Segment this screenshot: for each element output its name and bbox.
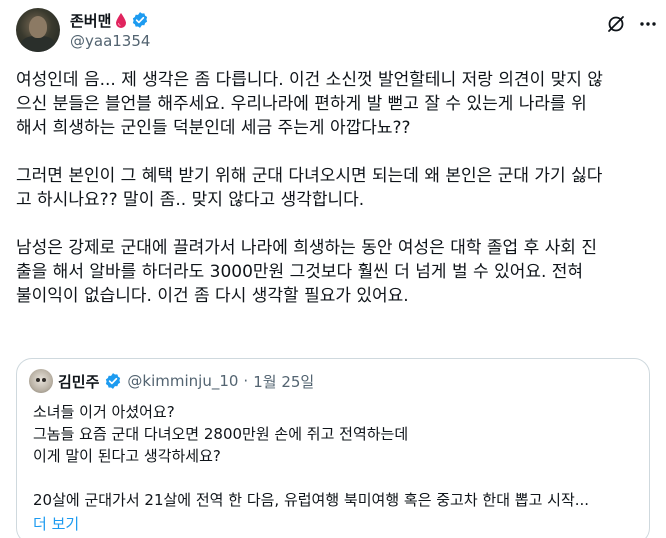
quoted-line: 이게 말이 된다고 생각하세요?	[33, 447, 221, 465]
quoted-line: 20살에 군대가서 21살에 전역 한 다음, 유럽여행 북미여행 혹은 중고차…	[33, 491, 590, 509]
quoted-author-handle[interactable]: @kimminju_10	[127, 372, 238, 390]
quoted-author-avatar[interactable]	[29, 369, 53, 393]
tweet-line: 고 하시나요?? 말이 좀.. 맞지 않다고 생각합니다.	[16, 190, 365, 210]
tweet-line: 으신 분들은 블언블 해주세요. 우리나라에 편하게 발 뻗고 잘 수 있는게 …	[16, 94, 587, 114]
avatar-figure-face	[29, 16, 47, 38]
show-more-link[interactable]: 더 보기	[33, 513, 79, 534]
blood-drop-icon	[116, 13, 127, 28]
more-options-icon[interactable]	[638, 14, 658, 34]
avatar-eye	[36, 378, 40, 382]
tweet-line: 남성은 강제로 군대에 끌려가서 나라에 희생하는 동안 여성은 대학 졸업 후…	[16, 238, 597, 258]
tweet-paragraph: 여성인데 음... 제 생각은 좀 다릅니다. 이건 소신껏 발언할테니 저랑 …	[16, 68, 650, 140]
quoted-author-name[interactable]: 김민주	[58, 371, 99, 392]
verified-badge-icon[interactable]	[104, 372, 122, 390]
avatar-eye	[42, 378, 46, 382]
author-name-row: 존버맨	[70, 10, 149, 30]
quoted-line: 그놈들 요즘 군대 다녀오면 2800만원 손에 쥐고 전역하는데	[33, 425, 409, 443]
separator-dot: ·	[243, 372, 249, 390]
tweet-line: 불이익이 없습니다. 이건 좀 다시 생각할 필요가 있어요.	[16, 286, 409, 306]
tweet-paragraph: 남성은 강제로 군대에 끌려가서 나라에 희생하는 동안 여성은 대학 졸업 후…	[16, 236, 650, 308]
quoted-tweet-date[interactable]: 1월 25일	[253, 371, 314, 392]
grok-icon[interactable]	[606, 14, 626, 34]
tweet-line: 해서 희생하는 군인들 덕분인데 세금 주는게 아깝다뇨??	[16, 118, 411, 138]
tweet-line: 그러면 본인이 그 혜택 받기 위해 군대 다녀오시면 되는데 왜 본인은 군대…	[16, 166, 603, 186]
quoted-blank-line	[33, 467, 637, 489]
tweet-text: 여성인데 음... 제 생각은 좀 다릅니다. 이건 소신껏 발언할테니 저랑 …	[16, 68, 650, 332]
quoted-tweet-card[interactable]: 김민주 @kimminju_10 · 1월 25일 소녀들 이거 아셨어요? 그…	[16, 358, 650, 538]
verified-badge-icon[interactable]	[131, 11, 149, 29]
tweet-line: 여성인데 음... 제 생각은 좀 다릅니다. 이건 소신껏 발언할테니 저랑 …	[16, 70, 603, 90]
tweet-header: 존버맨 @yaa1354	[16, 6, 656, 56]
quoted-tweet-text: 소녀들 이거 아셨어요? 그놈들 요즘 군대 다녀오면 2800만원 손에 쥐고…	[33, 401, 637, 511]
tweet-paragraph: 그러면 본인이 그 혜택 받기 위해 군대 다녀오시면 되는데 왜 본인은 군대…	[16, 164, 650, 212]
tweet-line: 출을 해서 알바를 하더라도 3000만원 그것보다 훨씬 더 넘게 벌 수 있…	[16, 262, 584, 282]
quoted-line: 소녀들 이거 아셨어요?	[33, 403, 175, 421]
author-handle[interactable]: @yaa1354	[70, 32, 150, 50]
avatar-figure-body	[21, 36, 55, 52]
quoted-tweet-header: 김민주 @kimminju_10 · 1월 25일	[29, 369, 314, 393]
author-avatar[interactable]	[16, 8, 60, 52]
author-display-name[interactable]: 존버맨	[70, 10, 111, 31]
